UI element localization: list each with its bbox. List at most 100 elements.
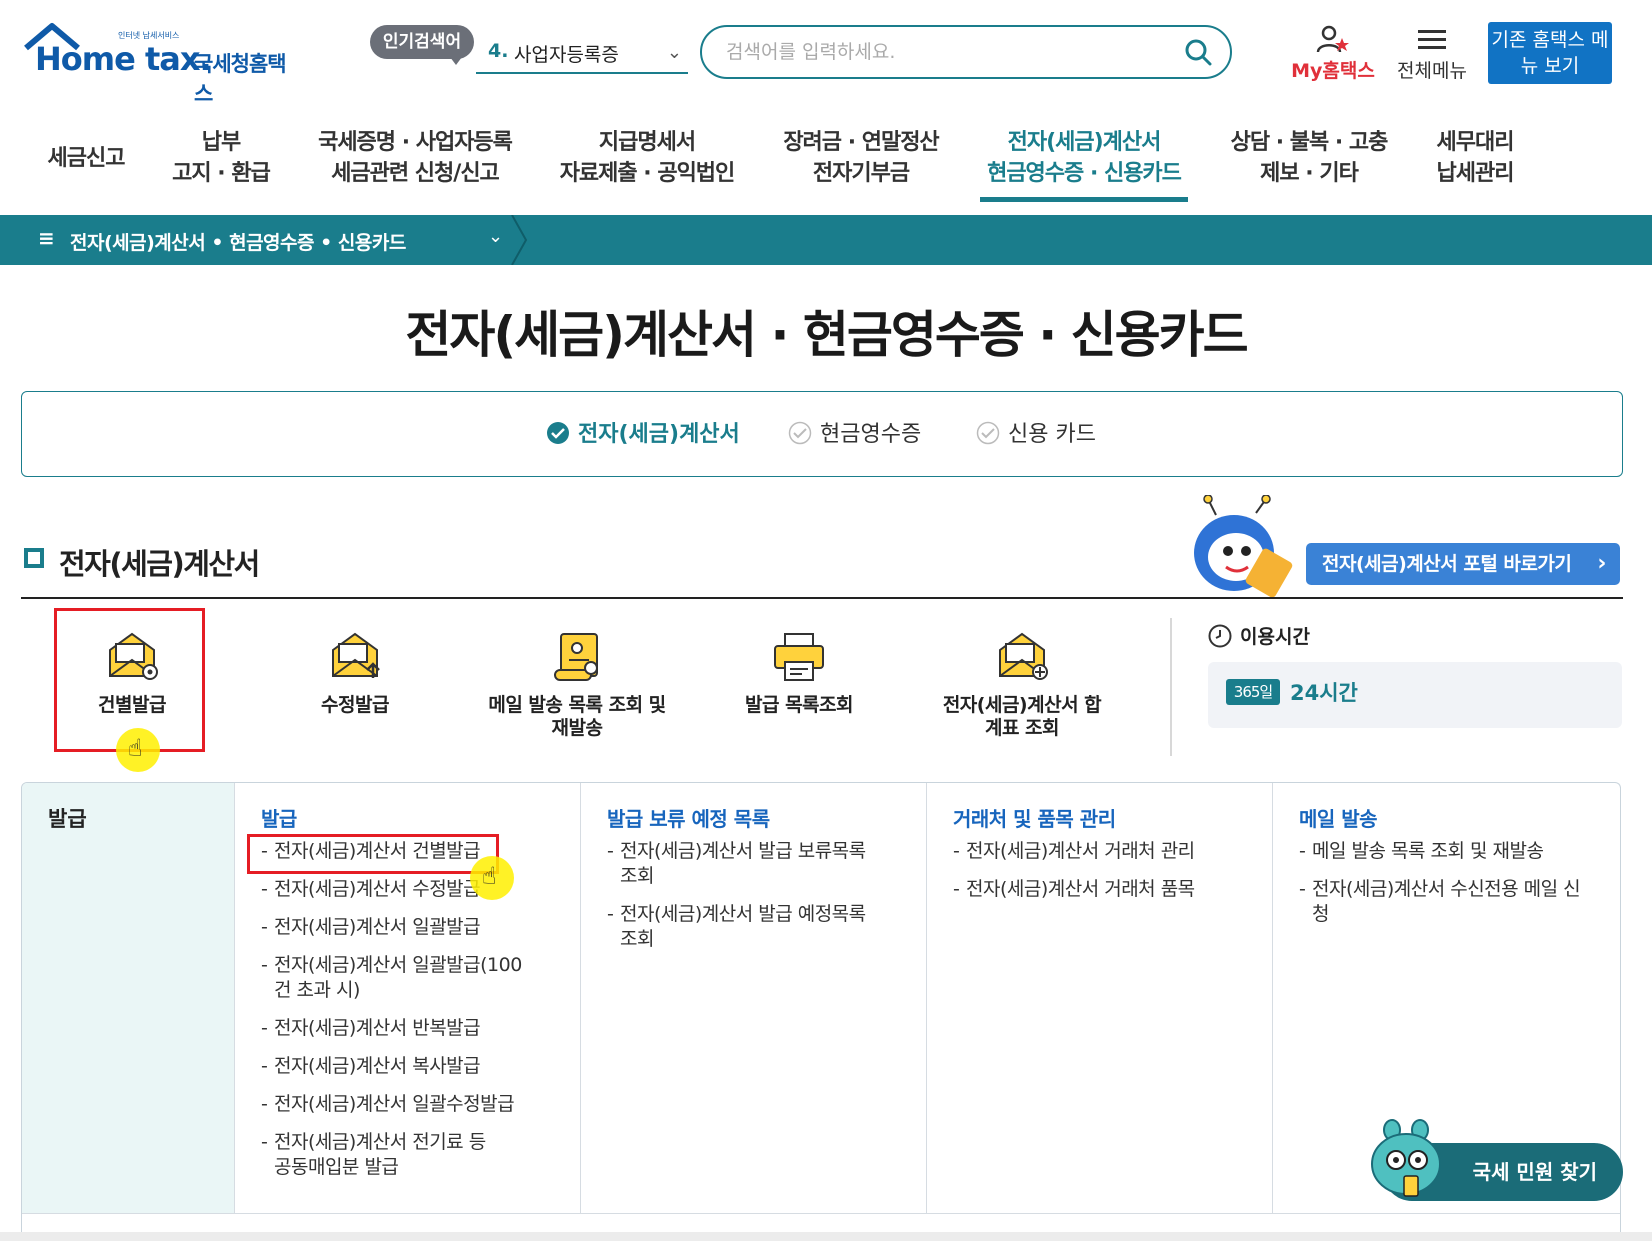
popular-search-select[interactable]: 4. 사업자등록증 ⌄ [476, 36, 688, 74]
menu-link[interactable]: 전자(세금)계산서 반복발급 [261, 1016, 561, 1041]
nav-label: 제보 · 기타 [1260, 161, 1359, 186]
nav-label: 세무대리 [1436, 130, 1515, 155]
menu-link[interactable]: 전자(세금)계산서 발급 예정목록 조회 [607, 902, 877, 952]
menu-link[interactable]: 전자(세금)계산서 수정발급 [261, 877, 561, 902]
nav-label: 자료제출 · 공익법인 [559, 161, 736, 186]
menu-category-label: 발급 [48, 807, 87, 831]
nav-payment[interactable]: 납부 고지 · 환급 [166, 127, 276, 189]
envelope-up-icon [332, 632, 380, 678]
nav-tax-agent[interactable]: 세무대리 납세관리 [1426, 127, 1524, 189]
nav-etax-invoice[interactable]: 전자(세금)계산서 현금영수증 · 신용카드 [980, 127, 1188, 189]
tab-label: 신용 카드 [1008, 422, 1096, 447]
nav-label: 전자기부금 [812, 161, 910, 186]
quick-link-label: 메일 발송 목록 조회 및 재발송 [488, 694, 666, 739]
nav-tax-report[interactable]: 세금신고 [44, 143, 128, 174]
nav-label: 고지 · 환급 [172, 161, 271, 186]
nav-payment-statements[interactable]: 지급명세서 자료제출 · 공익법인 [556, 127, 738, 189]
nav-label: 납부 [201, 130, 241, 155]
header: 인터넷 납세서비스 Home tax. 국세청홈택스 인기검색어 4. 사업자등… [0, 0, 1652, 106]
nav-label: 전자(세금)계산서 [1007, 130, 1162, 155]
hamburger-icon [1418, 30, 1446, 49]
cursor-pointer-icon: ☝ [116, 728, 160, 772]
menu-link[interactable]: 전자(세금)계산서 거래처 관리 [953, 839, 1253, 864]
bottom-scroll-edge [0, 1232, 1652, 1241]
tab-etax-invoice[interactable]: 전자(세금)계산서 [546, 418, 740, 452]
search-input[interactable] [726, 37, 1166, 67]
menu-column-title[interactable]: 발급 [261, 803, 297, 832]
my-hometax-button[interactable]: My홈택스 [1288, 22, 1378, 82]
nav-certificates[interactable]: 국세증명 · 사업자등록 세금관련 신청/신고 [310, 127, 520, 189]
nav-label: 납세관리 [1436, 161, 1515, 186]
chevron-down-icon: ⌄ [488, 226, 504, 247]
check-circle-icon [547, 422, 569, 444]
nav-consultation[interactable]: 상담 · 불복 · 고충 제보 · 기타 [1224, 127, 1394, 189]
section-title: 전자(세금)계산서 [59, 547, 260, 581]
main-navigation: 세금신고 납부 고지 · 환급 국세증명 · 사업자등록 세금관련 신청/신고 … [0, 115, 1652, 215]
breadcrumb-separator-icon [511, 215, 528, 265]
menu-link[interactable]: 전자(세금)계산서 수신전용 메일 신청 [1299, 877, 1589, 927]
quick-link-label: 수정발급 [321, 694, 389, 716]
mascot-character-icon [1194, 495, 1293, 598]
menu-column-title[interactable]: 메일 발송 [1299, 803, 1378, 832]
quick-link-amend-issue[interactable]: 수정발급 [260, 630, 450, 717]
breadcrumb-menu[interactable]: ≡ 전자(세금)계산서 • 현금영수증 • 신용카드 ⌄ [0, 215, 520, 265]
menu-row-divider [22, 1213, 1620, 1214]
mascot-character-icon [1371, 1119, 1441, 1197]
logo-subtitle: 국세청홈택스 [194, 52, 287, 106]
highlight-annotation-box [247, 834, 499, 874]
breadcrumb-bar: ≡ 전자(세금)계산서 • 현금영수증 • 신용카드 ⌄ [0, 215, 1652, 265]
quick-link-mail-list[interactable]: 메일 발송 목록 조회 및 재발송 [482, 630, 672, 740]
section-divider [21, 597, 1623, 599]
tab-cash-receipt[interactable]: 현금영수증 [788, 418, 921, 452]
menu-list: 전자(세금)계산서 건별발급 전자(세금)계산서 수정발급 전자(세금)계산서 … [261, 839, 561, 1193]
cursor-pointer-icon: ☝ [470, 856, 514, 900]
tab-label: 현금영수증 [820, 422, 922, 447]
chevron-right-icon: › [1597, 551, 1606, 576]
quick-link-label: 발급 목록조회 [745, 694, 854, 716]
scroll-doc-icon [554, 633, 598, 681]
nav-label: 국세증명 · 사업자등록 [318, 130, 513, 155]
nav-label: 상담 · 불복 · 고충 [1230, 130, 1389, 155]
usage-hours-value: 24시간 [1290, 681, 1358, 705]
nav-label: 세금신고 [47, 146, 126, 171]
menu-link[interactable]: 전자(세금)계산서 일괄수정발급 [261, 1092, 561, 1117]
menu-link[interactable]: 전자(세금)계산서 복사발급 [261, 1054, 561, 1079]
nav-incentive-yearend[interactable]: 장려금 · 연말정산 전자기부금 [776, 127, 946, 189]
usage-days-badge: 365일 [1226, 679, 1280, 705]
usage-time-box: 365일 24시간 [1208, 662, 1622, 728]
quick-link-issue-list[interactable]: 발급 목록조회 [704, 630, 894, 717]
menu-list: 전자(세금)계산서 발급 보류목록 조회 전자(세금)계산서 발급 예정목록 조… [607, 839, 877, 965]
page-title: 전자(세금)계산서 · 현금영수증 · 신용카드 [405, 306, 1248, 364]
menu-link[interactable]: 전자(세금)계산서 일괄발급(100건 초과 시) [261, 953, 531, 1003]
envelope-plus-icon [999, 632, 1048, 680]
breadcrumb-label: 전자(세금)계산서 • 현금영수증 • 신용카드 [70, 232, 406, 254]
menu-link[interactable]: 전자(세금)계산서 거래처 품목 [953, 877, 1253, 902]
tab-credit-card[interactable]: 신용 카드 [976, 418, 1096, 452]
menu-link[interactable]: 전자(세금)계산서 일괄발급 [261, 915, 561, 940]
portal-button-label: 전자(세금)계산서 포털 바로가기 [1322, 553, 1572, 575]
usage-time-header: 이용시간 [1208, 622, 1310, 650]
chevron-down-icon: ⌄ [666, 42, 682, 63]
quick-link-summary-table[interactable]: 전자(세금)계산서 합계표 조회 [927, 630, 1117, 740]
nav-active-underline [980, 197, 1188, 202]
printer-icon [774, 633, 824, 681]
menu-list: 메일 발송 목록 조회 및 재발송 전자(세금)계산서 수신전용 메일 신청 [1299, 839, 1589, 940]
menu-column-hold-list: 발급 보류 예정 목록 전자(세금)계산서 발급 보류목록 조회 전자(세금)계… [580, 783, 926, 1213]
search-icon[interactable] [1184, 38, 1212, 66]
breadcrumb-hamburger-icon: ≡ [38, 226, 55, 250]
menu-column-title[interactable]: 거래처 및 품목 관리 [953, 803, 1116, 832]
old-hometax-menu-button[interactable]: 기존 홈택스 메뉴 보기 [1488, 22, 1612, 84]
menu-category-cell: 발급 [22, 783, 234, 1213]
section-square-icon [24, 548, 44, 568]
etax-portal-link-button[interactable]: 전자(세금)계산서 포털 바로가기 › [1306, 543, 1620, 585]
menu-column-title[interactable]: 발급 보류 예정 목록 [607, 803, 770, 832]
hometax-logo[interactable]: 인터넷 납세서비스 Home tax. 국세청홈택스 [22, 22, 292, 106]
menu-link[interactable]: 전자(세금)계산서 발급 보류목록 조회 [607, 839, 877, 889]
check-circle-icon [788, 421, 812, 445]
menu-link[interactable]: 전자(세금)계산서 전기료 등 공동매입분 발급 [261, 1130, 501, 1180]
menu-link[interactable]: 메일 발송 목록 조회 및 재발송 [1299, 839, 1589, 864]
usage-time-title: 이용시간 [1240, 626, 1310, 648]
check-circle-icon [976, 421, 1000, 445]
nav-label: 장려금 · 연말정산 [783, 130, 939, 155]
all-menu-button[interactable]: 전체메뉴 [1392, 22, 1472, 82]
